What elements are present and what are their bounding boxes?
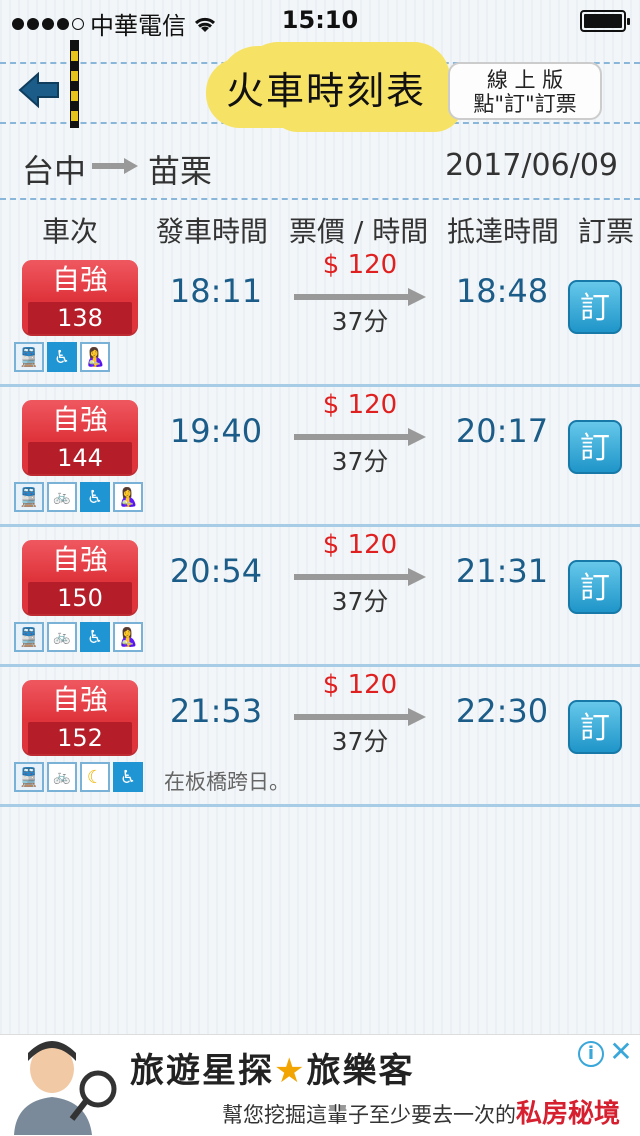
battery-icon xyxy=(580,10,630,32)
rail-icon: 🚆 xyxy=(14,622,44,652)
ad-subline-a: 幫您挖掘這輩子至少要去一次的 xyxy=(222,1103,516,1127)
ad-headline-a: 旅遊星探 xyxy=(130,1051,274,1091)
travel-duration: 37分 xyxy=(331,307,389,336)
travel-duration: 37分 xyxy=(331,727,389,756)
train-badge: 自強 144 xyxy=(22,400,138,476)
railway-crossing-pole xyxy=(70,40,79,128)
train-type: 自強 xyxy=(22,680,138,720)
online-booking-button[interactable]: 線 上 版 點"訂"訂票 xyxy=(448,62,602,120)
train-badge: 自強 138 xyxy=(22,260,138,336)
column-headers: 車次 發車時間 票價 / 時間 抵達時間 訂票 xyxy=(0,206,640,250)
arrival-time: 22:30 xyxy=(455,692,549,730)
nursing-icon: 🤱 xyxy=(80,342,110,372)
wheelchair-icon: ♿ xyxy=(47,342,77,372)
facility-icons: 🚆 🚲 ♿ 🤱 xyxy=(14,482,143,512)
route-bar: 台中 苗栗 2017/06/09 xyxy=(0,140,640,196)
rail-icon: 🚆 xyxy=(14,342,44,372)
train-badge: 自強 150 xyxy=(22,540,138,616)
book-button[interactable]: 訂 xyxy=(568,280,622,334)
ad-close-icon[interactable]: ✕ xyxy=(608,1038,634,1066)
ad-subline-highlight: 私房秘境 xyxy=(516,1099,621,1129)
ad-subline: 幫您挖掘這輩子至少要去一次的私房秘境 xyxy=(222,1093,620,1130)
travel-duration: 37分 xyxy=(331,587,389,616)
destination-station: 苗栗 xyxy=(148,152,213,190)
wheelchair-icon: ♿ xyxy=(80,482,110,512)
book-button[interactable]: 訂 xyxy=(568,560,622,614)
travel-date: 2017/06/09 xyxy=(445,148,618,183)
train-badge: 自強 152 xyxy=(22,680,138,756)
row-divider xyxy=(0,384,640,387)
wheelchair-icon: ♿ xyxy=(113,762,143,792)
route-arrow-icon xyxy=(92,158,138,174)
train-number: 144 xyxy=(28,442,132,474)
facility-icons: 🚆 🚲 ☾ ♿ xyxy=(14,762,143,792)
train-row[interactable]: 自強 138 18:11 $ 120 37分 18:48 訂 🚆 ♿ 🤱 xyxy=(0,248,640,388)
train-type: 自強 xyxy=(22,400,138,440)
title-cloud: 火車時刻表 xyxy=(218,46,434,128)
departure-time: 21:53 xyxy=(169,692,263,730)
ticket-price: $ 120 xyxy=(322,390,398,420)
train-number: 138 xyxy=(28,302,132,334)
train-number: 152 xyxy=(28,722,132,754)
bicycle-icon: 🚲 xyxy=(47,482,77,512)
col-train: 車次 xyxy=(42,215,99,248)
night-icon: ☾ xyxy=(80,762,110,792)
col-price-time: 票價 / 時間 xyxy=(289,215,429,248)
clock: 15:10 xyxy=(281,6,359,34)
ticket-price: $ 120 xyxy=(322,250,398,280)
departure-time: 19:40 xyxy=(169,412,263,450)
online-sublabel: 點"訂"訂票 xyxy=(473,92,577,116)
rail-icon: 🚆 xyxy=(14,762,44,792)
train-type: 自強 xyxy=(22,260,138,300)
status-bar: 中華電信 15:10 xyxy=(0,0,640,40)
header: 火車時刻表 線 上 版 點"訂"訂票 xyxy=(0,40,640,132)
train-note: 在板橋跨日。 xyxy=(164,770,290,794)
bicycle-icon: 🚲 xyxy=(47,762,77,792)
departure-time: 18:11 xyxy=(169,272,263,310)
col-arrival: 抵達時間 xyxy=(447,215,560,248)
col-book: 訂票 xyxy=(578,215,635,248)
ad-banner[interactable]: 旅遊星探★旅樂客 幫您挖掘這輩子至少要去一次的私房秘境 i ✕ xyxy=(0,1034,640,1136)
ticket-price: $ 120 xyxy=(322,670,398,700)
ticket-price: $ 120 xyxy=(322,530,398,560)
row-divider xyxy=(0,804,640,807)
back-arrow-icon xyxy=(18,71,59,109)
facility-icons: 🚆 ♿ 🤱 xyxy=(14,342,110,372)
back-button[interactable] xyxy=(18,70,62,110)
nursing-icon: 🤱 xyxy=(113,482,143,512)
arrival-time: 18:48 xyxy=(455,272,549,310)
wheelchair-icon: ♿ xyxy=(80,622,110,652)
page-title: 火車時刻表 xyxy=(225,68,426,113)
online-label: 線 上 版 xyxy=(486,68,564,92)
train-row[interactable]: 自強 144 19:40 $ 120 37分 20:17 訂 🚆 🚲 ♿ 🤱 xyxy=(0,388,640,528)
train-row[interactable]: 自強 150 20:54 $ 120 37分 21:31 訂 🚆 🚲 ♿ 🤱 xyxy=(0,528,640,668)
train-number: 150 xyxy=(28,582,132,614)
star-icon: ★ xyxy=(274,1051,307,1091)
rail-icon: 🚆 xyxy=(14,482,44,512)
col-departure: 發車時間 xyxy=(156,215,269,248)
detective-illustration xyxy=(14,1041,117,1135)
facility-icons: 🚆 🚲 ♿ 🤱 xyxy=(14,622,143,652)
train-row[interactable]: 自強 152 21:53 $ 120 37分 22:30 訂 🚆 🚲 ☾ ♿ 在板橋跨… xyxy=(0,668,640,808)
departure-time: 20:54 xyxy=(169,552,263,590)
stitch-divider xyxy=(0,198,640,200)
ad-brand: 旅樂客 xyxy=(306,1051,415,1091)
bicycle-icon: 🚲 xyxy=(47,622,77,652)
nursing-icon: 🤱 xyxy=(113,622,143,652)
book-button[interactable]: 訂 xyxy=(568,700,622,754)
origin-station: 台中 xyxy=(22,152,87,190)
train-type: 自強 xyxy=(22,540,138,580)
row-divider xyxy=(0,664,640,667)
ad-headline: 旅遊星探★旅樂客 xyxy=(130,1043,414,1092)
arrival-time: 20:17 xyxy=(455,412,549,450)
travel-duration: 37分 xyxy=(331,447,389,476)
book-button[interactable]: 訂 xyxy=(568,420,622,474)
ad-info-icon[interactable]: i xyxy=(578,1041,604,1067)
arrival-time: 21:31 xyxy=(455,552,549,590)
row-divider xyxy=(0,524,640,527)
